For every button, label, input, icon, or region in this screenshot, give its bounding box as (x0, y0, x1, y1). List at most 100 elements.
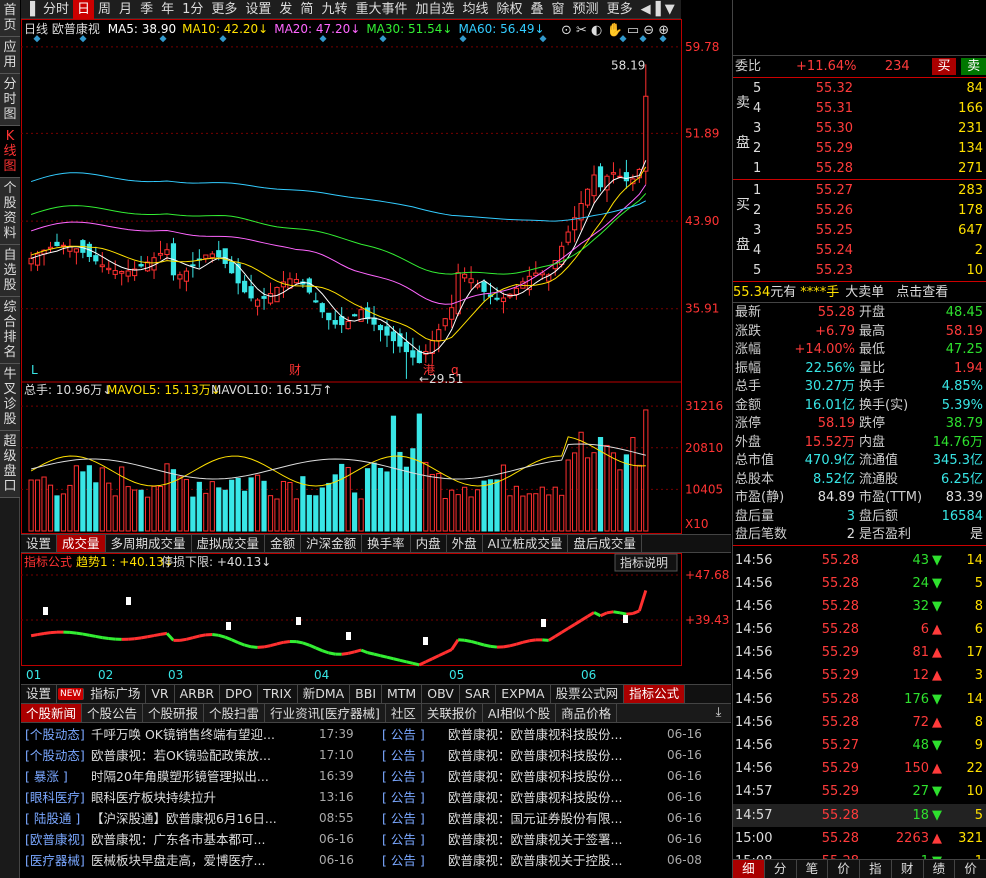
detail-tab-0[interactable]: 细 (733, 860, 765, 878)
toolbar-item-1[interactable]: 日 (73, 0, 95, 19)
sidebar-item-8[interactable]: 超级盘口 (0, 431, 20, 498)
book-row[interactable]: 2 55.29 134 (733, 139, 986, 159)
news-item[interactable]: [ 公告 ] 欧普康视：欧普康视科技股份... 06-16 (382, 724, 707, 745)
ind-tab-14[interactable]: 指标公式 (624, 685, 686, 703)
kline-chart[interactable]: 59.7851.8943.9035.9158.19←29.51L 财港 q⊙ ✂ ◐… (21, 19, 731, 534)
sidebar-item-4[interactable]: 个股资料 (0, 178, 20, 245)
ind-tab-5[interactable]: DPO (220, 685, 259, 703)
news-title[interactable]: 欧普康视：欧普康视科技股份... (448, 724, 663, 745)
ind-tab-6[interactable]: TRIX (258, 685, 298, 703)
detail-tab-5[interactable]: 财 (892, 860, 924, 878)
news-item[interactable]: [欧普康视] 欧普康视：广东各市基本都可... 06-16 (25, 829, 375, 850)
book-row[interactable]: 3 55.30 231 (733, 119, 986, 139)
news-tab-2[interactable]: 个股研报 (143, 704, 205, 722)
download-icon[interactable]: ⤓ (706, 703, 731, 723)
toolbar-item-15[interactable]: 除权 (493, 0, 527, 19)
sidebar-item-2[interactable]: 分时图 (0, 74, 20, 126)
news-item[interactable]: [医疗器械] 医械板块早盘走高，爱博医疗... 06-16 (25, 850, 375, 871)
sidebar-item-0[interactable]: 首页 (0, 0, 20, 37)
news-tab-8[interactable]: 商品价格 (556, 704, 618, 722)
news-tab-1[interactable]: 个股公告 (82, 704, 144, 722)
ind-tab-1[interactable]: NEW (58, 688, 85, 700)
vol-tab-8[interactable]: 外盘 (447, 535, 483, 552)
news-title[interactable]: 欧普康视：欧普康视科技股份... (448, 745, 663, 766)
toolbar-item-13[interactable]: 加自选 (411, 0, 458, 19)
toolbar-item-17[interactable]: 窗 (548, 0, 569, 19)
news-tab-3[interactable]: 个股扫雷 (204, 704, 266, 722)
news-title[interactable]: 欧普康视：欧普康视关于控股... (448, 850, 663, 871)
news-title[interactable]: 欧普康视：欧普康视科技股份... (448, 787, 663, 808)
vol-tab-0[interactable]: 设置 (21, 535, 58, 552)
toolbar-item-7[interactable]: 更多 (207, 0, 241, 19)
book-row[interactable]: 5 55.32 84 (733, 79, 986, 99)
buy-button[interactable]: 买 (931, 58, 957, 75)
news-title[interactable]: 欧普康视：广东各市基本都可... (91, 829, 315, 850)
news-item[interactable]: [ 暴涨 ] 时隔20年角膜塑形镜管理拟出... 16:39 (25, 766, 375, 787)
big-order-link[interactable]: 点击查看 (896, 282, 948, 302)
detail-tab-6[interactable]: 绩 (924, 860, 956, 878)
news-item[interactable]: [ 公告 ] 欧普康视：欧普康视关于控股... 06-08 (382, 850, 707, 871)
toolbar-item-4[interactable]: 季 (136, 0, 157, 19)
news-item[interactable]: [ 公告 ] 欧普康视：欧普康视科技股份... 06-16 (382, 745, 707, 766)
toolbar-item-11[interactable]: 九转 (317, 0, 351, 19)
news-item[interactable]: [ 公告 ] 欧普康视：欧普康视科技股份... 06-16 (382, 766, 707, 787)
detail-tab-7[interactable]: 价 (955, 860, 986, 878)
book-row[interactable]: 1 55.27 283 (733, 181, 986, 201)
toolbar-item-0[interactable]: 分时 (39, 0, 73, 19)
ind-tab-11[interactable]: SAR (460, 685, 497, 703)
book-row[interactable]: 5 55.23 10 (733, 261, 986, 281)
book-row[interactable]: 4 55.31 166 (733, 99, 986, 119)
toolbar-item-16[interactable]: 叠 (527, 0, 548, 19)
toolbar-item-12[interactable]: 重大事件 (351, 0, 411, 19)
ind-tab-4[interactable]: ARBR (175, 685, 221, 703)
ind-tab-10[interactable]: OBV (422, 685, 460, 703)
news-title[interactable]: 欧普康视：若OK镜验配政策放... (91, 745, 315, 766)
vol-tab-1[interactable]: 成交量 (57, 535, 106, 552)
toolbar-item-10[interactable]: 简 (296, 0, 317, 19)
hide-sidebar-icon[interactable]: ▐ (21, 0, 39, 19)
book-row[interactable]: 1 55.28 271 (733, 159, 986, 179)
vol-tab-10[interactable]: 盘后成交量 (568, 535, 642, 552)
sidebar-item-7[interactable]: 牛叉诊股 (0, 364, 20, 431)
toolbar-item-3[interactable]: 月 (115, 0, 136, 19)
news-title[interactable]: 欧普康视：欧普康视关于签署... (448, 829, 663, 850)
nav-arrows-icon[interactable]: ◀▐ ▼ (637, 0, 679, 19)
chart-tools-icon[interactable]: ⊙ ✂ ◐ ✋ ▭ ⊖ ⊕ (561, 22, 669, 38)
news-item[interactable]: [ 公告 ] 欧普康视：欧普康视科技股份... 06-16 (382, 787, 707, 808)
ind-tab-0[interactable]: 设置 (21, 685, 58, 703)
toolbar-item-5[interactable]: 年 (157, 0, 178, 19)
toolbar-item-14[interactable]: 均线 (458, 0, 492, 19)
detail-tab-3[interactable]: 价 (828, 860, 860, 878)
book-row[interactable]: 2 55.26 178 (733, 201, 986, 221)
vol-tab-5[interactable]: 沪深金额 (301, 535, 363, 552)
news-title[interactable]: 千呼万唤 OK镜销售终端有望迎... (91, 724, 315, 745)
toolbar-item-8[interactable]: 设置 (241, 0, 275, 19)
ind-tab-13[interactable]: 股票公式网 (551, 685, 625, 703)
sidebar-item-5[interactable]: 自选股 (0, 245, 20, 297)
sidebar-item-6[interactable]: 综合排名 (0, 297, 20, 364)
detail-tab-4[interactable]: 指 (860, 860, 892, 878)
ind-tab-2[interactable]: 指标广场 (85, 685, 147, 703)
toolbar-item-6[interactable]: 1分 (178, 0, 207, 19)
news-title[interactable]: 欧普康视：欧普康视科技股份... (448, 766, 663, 787)
news-title[interactable]: 医械板块早盘走高，爱博医疗... (91, 850, 315, 871)
toolbar-item-2[interactable]: 周 (94, 0, 115, 19)
sell-button[interactable]: 卖 (961, 58, 986, 75)
news-title[interactable]: 时隔20年角膜塑形镜管理拟出... (91, 766, 315, 787)
news-item[interactable]: [ 公告 ] 欧普康视：国元证券股份有限... 06-16 (382, 808, 707, 829)
news-title[interactable]: 欧普康视：国元证券股份有限... (448, 808, 663, 829)
vol-tab-3[interactable]: 虚拟成交量 (192, 535, 266, 552)
ind-tab-3[interactable]: VR (146, 685, 175, 703)
vol-tab-9[interactable]: AI立桩成交量 (483, 535, 569, 552)
news-tab-7[interactable]: AI相似个股 (483, 704, 557, 722)
toolbar-item-19[interactable]: 更多 (603, 0, 637, 19)
news-tab-5[interactable]: 社区 (386, 704, 422, 722)
news-item[interactable]: [ 公告 ] 欧普康视：欧普康视关于签署... 06-16 (382, 829, 707, 850)
sidebar-item-1[interactable]: 应用 (0, 37, 20, 74)
indicator-chart[interactable]: 指标公式 趋势1 : +40.13↓停损下限: +40.13↓ 指标说明 +47.68… (21, 553, 731, 684)
vol-tab-6[interactable]: 换手率 (362, 535, 411, 552)
news-title[interactable]: 【沪深股通】欧普康视6月16日... (91, 808, 315, 829)
detail-tab-2[interactable]: 笔 (797, 860, 829, 878)
ind-tab-7[interactable]: 新DMA (298, 685, 351, 703)
vol-tab-7[interactable]: 内盘 (411, 535, 447, 552)
